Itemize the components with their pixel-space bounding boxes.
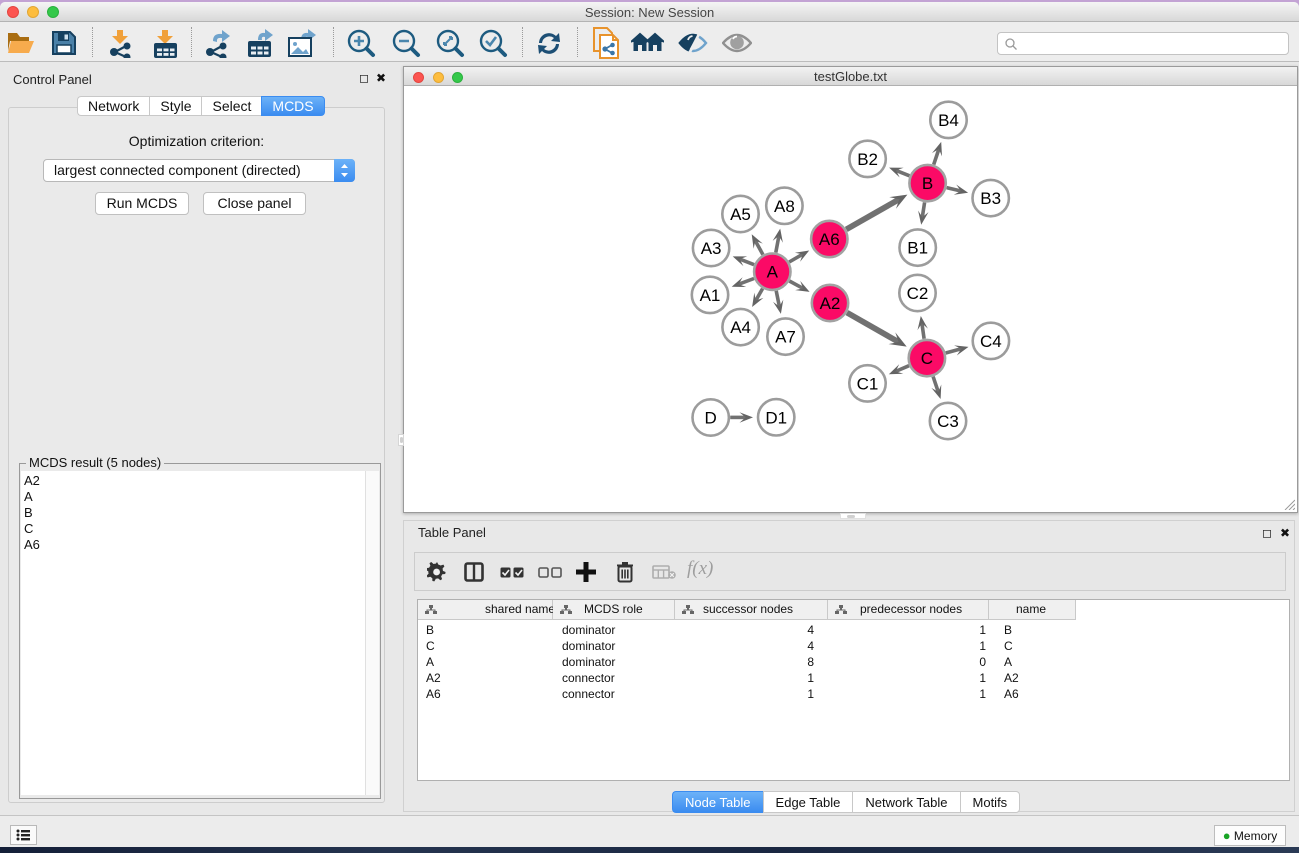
svg-text:B: B	[922, 174, 933, 193]
svg-text:C: C	[921, 349, 933, 368]
svg-text:A4: A4	[730, 318, 751, 337]
svg-text:B2: B2	[857, 150, 878, 169]
svg-text:A8: A8	[774, 197, 795, 216]
svg-text:A5: A5	[730, 205, 751, 224]
svg-text:A1: A1	[700, 286, 721, 305]
svg-text:C4: C4	[980, 332, 1002, 351]
svg-text:A6: A6	[819, 230, 840, 249]
svg-text:A7: A7	[775, 328, 796, 347]
svg-text:C3: C3	[937, 412, 959, 431]
svg-text:A2: A2	[820, 294, 841, 313]
svg-text:A: A	[767, 263, 779, 282]
svg-text:B4: B4	[938, 111, 959, 130]
svg-text:C2: C2	[907, 284, 929, 303]
svg-text:A3: A3	[701, 239, 722, 258]
svg-text:D: D	[705, 409, 717, 428]
svg-text:C1: C1	[857, 374, 879, 393]
svg-text:D1: D1	[765, 408, 787, 427]
svg-text:B1: B1	[907, 239, 928, 258]
svg-text:B3: B3	[980, 189, 1001, 208]
